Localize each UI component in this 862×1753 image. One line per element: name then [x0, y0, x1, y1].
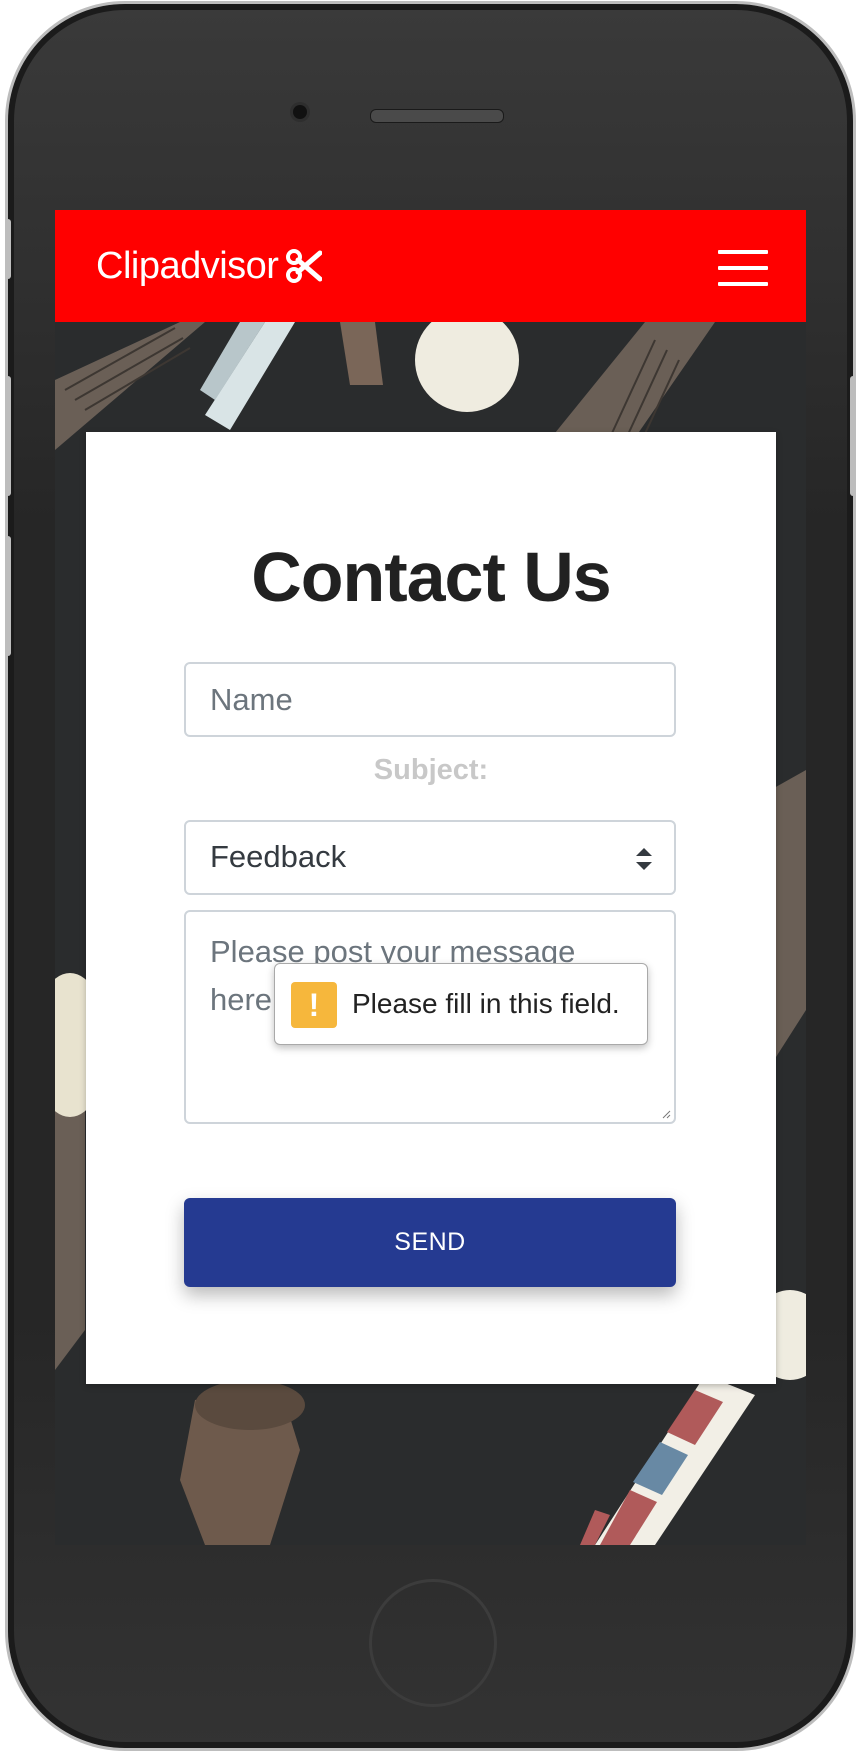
brand-name: Clipadvisor — [96, 244, 279, 287]
subject-label: Subject: — [373, 754, 489, 786]
volume-down-button — [5, 536, 11, 656]
brand-logo[interactable]: Clipadvisor — [96, 240, 323, 292]
power-button — [850, 376, 856, 496]
mute-switch — [5, 219, 11, 279]
page-title: Contact Us — [251, 538, 611, 616]
send-button[interactable]: SEND — [184, 1198, 676, 1287]
name-input[interactable]: Name — [184, 662, 676, 737]
subject-selected-value: Feedback — [210, 839, 347, 874]
contact-card: Contact Us Name Subject: Feedback Please… — [86, 432, 776, 1384]
scissors-icon — [286, 249, 323, 283]
hamburger-menu-icon[interactable] — [718, 250, 768, 286]
select-arrows-icon — [636, 848, 652, 870]
navbar: Clipadvisor — [55, 210, 806, 322]
validation-message: Please fill in this field. — [352, 988, 620, 1019]
subject-select[interactable]: Feedback — [184, 820, 676, 895]
volume-up-button — [5, 376, 11, 496]
front-camera — [293, 105, 307, 119]
name-placeholder: Name — [210, 682, 293, 717]
resize-grip-icon[interactable] — [661, 1109, 671, 1119]
home-button[interactable] — [369, 1579, 497, 1707]
screen: Clipadvisor Contact Us Name Subject: Fee… — [55, 210, 806, 1545]
earpiece-speaker — [370, 109, 504, 123]
validation-tooltip: ! Please fill in this field. — [274, 963, 648, 1045]
warning-icon: ! — [291, 982, 337, 1028]
